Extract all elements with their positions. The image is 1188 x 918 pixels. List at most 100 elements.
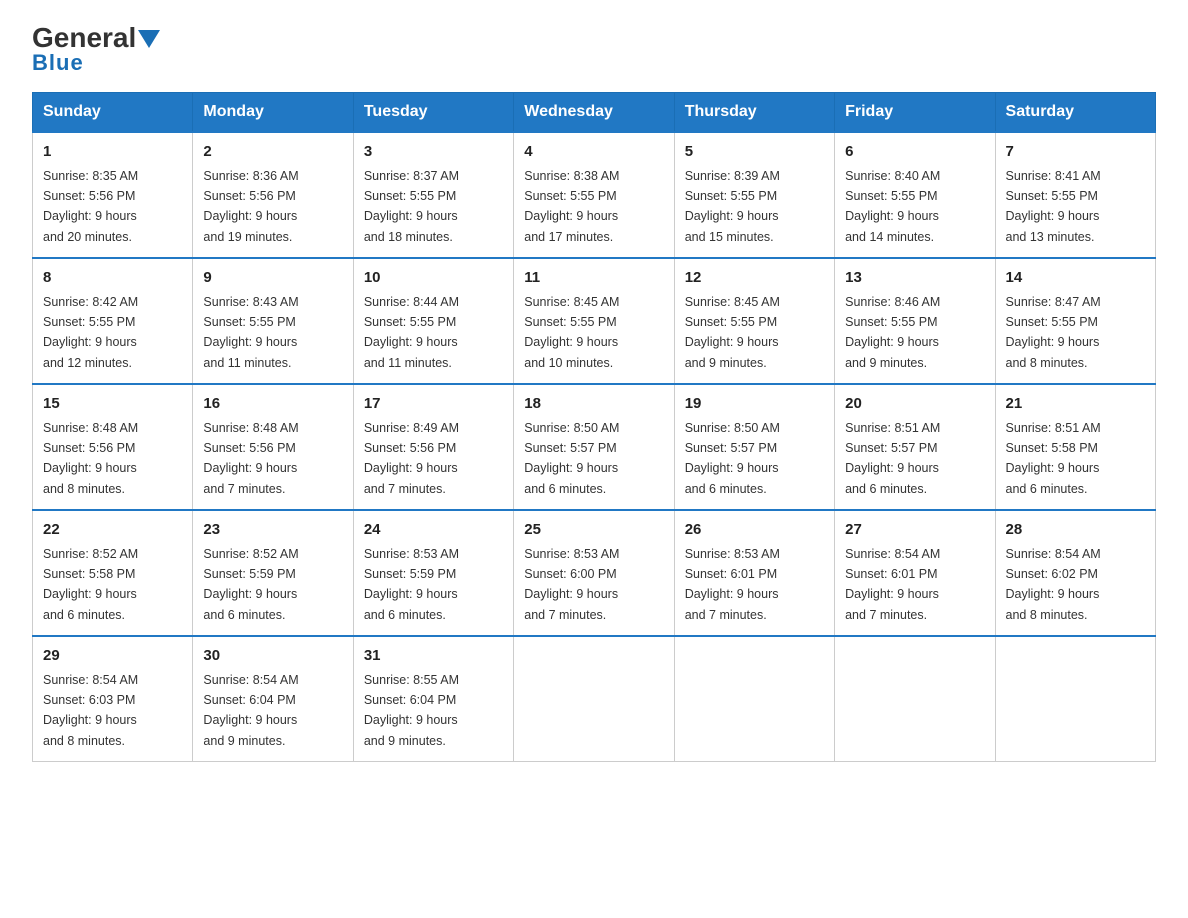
calendar-cell: [674, 636, 834, 762]
day-number: 23: [203, 519, 342, 542]
col-header-friday: Friday: [835, 93, 995, 133]
day-number: 5: [685, 141, 824, 164]
calendar-cell: 9 Sunrise: 8:43 AMSunset: 5:55 PMDayligh…: [193, 258, 353, 384]
day-info: Sunrise: 8:35 AMSunset: 5:56 PMDaylight:…: [43, 169, 138, 244]
day-info: Sunrise: 8:55 AMSunset: 6:04 PMDaylight:…: [364, 673, 459, 748]
day-info: Sunrise: 8:50 AMSunset: 5:57 PMDaylight:…: [685, 421, 780, 496]
calendar-cell: 14 Sunrise: 8:47 AMSunset: 5:55 PMDaylig…: [995, 258, 1155, 384]
calendar-cell: 5 Sunrise: 8:39 AMSunset: 5:55 PMDayligh…: [674, 132, 834, 258]
calendar-cell: 3 Sunrise: 8:37 AMSunset: 5:55 PMDayligh…: [353, 132, 513, 258]
day-number: 12: [685, 267, 824, 290]
col-header-tuesday: Tuesday: [353, 93, 513, 133]
day-number: 26: [685, 519, 824, 542]
day-number: 31: [364, 645, 503, 668]
day-info: Sunrise: 8:43 AMSunset: 5:55 PMDaylight:…: [203, 295, 298, 370]
day-number: 20: [845, 393, 984, 416]
day-info: Sunrise: 8:54 AMSunset: 6:04 PMDaylight:…: [203, 673, 298, 748]
day-info: Sunrise: 8:36 AMSunset: 5:56 PMDaylight:…: [203, 169, 298, 244]
day-info: Sunrise: 8:52 AMSunset: 5:58 PMDaylight:…: [43, 547, 138, 622]
day-number: 9: [203, 267, 342, 290]
calendar-cell: 31 Sunrise: 8:55 AMSunset: 6:04 PMDaylig…: [353, 636, 513, 762]
calendar-cell: 6 Sunrise: 8:40 AMSunset: 5:55 PMDayligh…: [835, 132, 995, 258]
calendar-cell: 20 Sunrise: 8:51 AMSunset: 5:57 PMDaylig…: [835, 384, 995, 510]
day-info: Sunrise: 8:51 AMSunset: 5:58 PMDaylight:…: [1006, 421, 1101, 496]
day-info: Sunrise: 8:38 AMSunset: 5:55 PMDaylight:…: [524, 169, 619, 244]
calendar-cell: 30 Sunrise: 8:54 AMSunset: 6:04 PMDaylig…: [193, 636, 353, 762]
day-headers-row: SundayMondayTuesdayWednesdayThursdayFrid…: [33, 93, 1156, 133]
day-number: 17: [364, 393, 503, 416]
week-row-2: 8 Sunrise: 8:42 AMSunset: 5:55 PMDayligh…: [33, 258, 1156, 384]
logo-triangle-icon: [138, 30, 160, 48]
day-info: Sunrise: 8:51 AMSunset: 5:57 PMDaylight:…: [845, 421, 940, 496]
day-info: Sunrise: 8:41 AMSunset: 5:55 PMDaylight:…: [1006, 169, 1101, 244]
day-number: 25: [524, 519, 663, 542]
calendar-cell: 15 Sunrise: 8:48 AMSunset: 5:56 PMDaylig…: [33, 384, 193, 510]
day-info: Sunrise: 8:54 AMSunset: 6:03 PMDaylight:…: [43, 673, 138, 748]
day-number: 19: [685, 393, 824, 416]
calendar-cell: 1 Sunrise: 8:35 AMSunset: 5:56 PMDayligh…: [33, 132, 193, 258]
day-number: 13: [845, 267, 984, 290]
day-number: 30: [203, 645, 342, 668]
calendar-cell: 10 Sunrise: 8:44 AMSunset: 5:55 PMDaylig…: [353, 258, 513, 384]
calendar-cell: 8 Sunrise: 8:42 AMSunset: 5:55 PMDayligh…: [33, 258, 193, 384]
week-row-5: 29 Sunrise: 8:54 AMSunset: 6:03 PMDaylig…: [33, 636, 1156, 762]
day-info: Sunrise: 8:44 AMSunset: 5:55 PMDaylight:…: [364, 295, 459, 370]
day-number: 11: [524, 267, 663, 290]
calendar-cell: 24 Sunrise: 8:53 AMSunset: 5:59 PMDaylig…: [353, 510, 513, 636]
day-number: 10: [364, 267, 503, 290]
calendar-cell: 29 Sunrise: 8:54 AMSunset: 6:03 PMDaylig…: [33, 636, 193, 762]
calendar-cell: 12 Sunrise: 8:45 AMSunset: 5:55 PMDaylig…: [674, 258, 834, 384]
calendar-cell: 2 Sunrise: 8:36 AMSunset: 5:56 PMDayligh…: [193, 132, 353, 258]
day-number: 2: [203, 141, 342, 164]
day-info: Sunrise: 8:40 AMSunset: 5:55 PMDaylight:…: [845, 169, 940, 244]
week-row-1: 1 Sunrise: 8:35 AMSunset: 5:56 PMDayligh…: [33, 132, 1156, 258]
logo: General Blue: [32, 24, 160, 76]
day-info: Sunrise: 8:45 AMSunset: 5:55 PMDaylight:…: [524, 295, 619, 370]
calendar-cell: 25 Sunrise: 8:53 AMSunset: 6:00 PMDaylig…: [514, 510, 674, 636]
day-info: Sunrise: 8:52 AMSunset: 5:59 PMDaylight:…: [203, 547, 298, 622]
day-info: Sunrise: 8:46 AMSunset: 5:55 PMDaylight:…: [845, 295, 940, 370]
calendar-cell: 27 Sunrise: 8:54 AMSunset: 6:01 PMDaylig…: [835, 510, 995, 636]
col-header-sunday: Sunday: [33, 93, 193, 133]
calendar-cell: 19 Sunrise: 8:50 AMSunset: 5:57 PMDaylig…: [674, 384, 834, 510]
calendar-cell: 16 Sunrise: 8:48 AMSunset: 5:56 PMDaylig…: [193, 384, 353, 510]
day-number: 7: [1006, 141, 1145, 164]
calendar-cell: 11 Sunrise: 8:45 AMSunset: 5:55 PMDaylig…: [514, 258, 674, 384]
calendar-cell: 4 Sunrise: 8:38 AMSunset: 5:55 PMDayligh…: [514, 132, 674, 258]
day-info: Sunrise: 8:48 AMSunset: 5:56 PMDaylight:…: [203, 421, 298, 496]
day-info: Sunrise: 8:42 AMSunset: 5:55 PMDaylight:…: [43, 295, 138, 370]
day-info: Sunrise: 8:45 AMSunset: 5:55 PMDaylight:…: [685, 295, 780, 370]
day-info: Sunrise: 8:47 AMSunset: 5:55 PMDaylight:…: [1006, 295, 1101, 370]
calendar-cell: 17 Sunrise: 8:49 AMSunset: 5:56 PMDaylig…: [353, 384, 513, 510]
day-info: Sunrise: 8:39 AMSunset: 5:55 PMDaylight:…: [685, 169, 780, 244]
week-row-3: 15 Sunrise: 8:48 AMSunset: 5:56 PMDaylig…: [33, 384, 1156, 510]
week-row-4: 22 Sunrise: 8:52 AMSunset: 5:58 PMDaylig…: [33, 510, 1156, 636]
col-header-wednesday: Wednesday: [514, 93, 674, 133]
calendar-cell: 26 Sunrise: 8:53 AMSunset: 6:01 PMDaylig…: [674, 510, 834, 636]
day-info: Sunrise: 8:53 AMSunset: 5:59 PMDaylight:…: [364, 547, 459, 622]
day-info: Sunrise: 8:53 AMSunset: 6:00 PMDaylight:…: [524, 547, 619, 622]
day-number: 1: [43, 141, 182, 164]
day-number: 28: [1006, 519, 1145, 542]
day-number: 4: [524, 141, 663, 164]
calendar-cell: 22 Sunrise: 8:52 AMSunset: 5:58 PMDaylig…: [33, 510, 193, 636]
day-number: 24: [364, 519, 503, 542]
calendar-cell: 28 Sunrise: 8:54 AMSunset: 6:02 PMDaylig…: [995, 510, 1155, 636]
day-number: 18: [524, 393, 663, 416]
col-header-monday: Monday: [193, 93, 353, 133]
calendar-cell: 13 Sunrise: 8:46 AMSunset: 5:55 PMDaylig…: [835, 258, 995, 384]
calendar-cell: [514, 636, 674, 762]
day-info: Sunrise: 8:49 AMSunset: 5:56 PMDaylight:…: [364, 421, 459, 496]
day-number: 15: [43, 393, 182, 416]
calendar-cell: [835, 636, 995, 762]
day-info: Sunrise: 8:50 AMSunset: 5:57 PMDaylight:…: [524, 421, 619, 496]
day-number: 22: [43, 519, 182, 542]
calendar-cell: 18 Sunrise: 8:50 AMSunset: 5:57 PMDaylig…: [514, 384, 674, 510]
col-header-saturday: Saturday: [995, 93, 1155, 133]
calendar-cell: [995, 636, 1155, 762]
day-number: 3: [364, 141, 503, 164]
day-number: 16: [203, 393, 342, 416]
day-number: 29: [43, 645, 182, 668]
calendar-cell: 21 Sunrise: 8:51 AMSunset: 5:58 PMDaylig…: [995, 384, 1155, 510]
day-number: 14: [1006, 267, 1145, 290]
